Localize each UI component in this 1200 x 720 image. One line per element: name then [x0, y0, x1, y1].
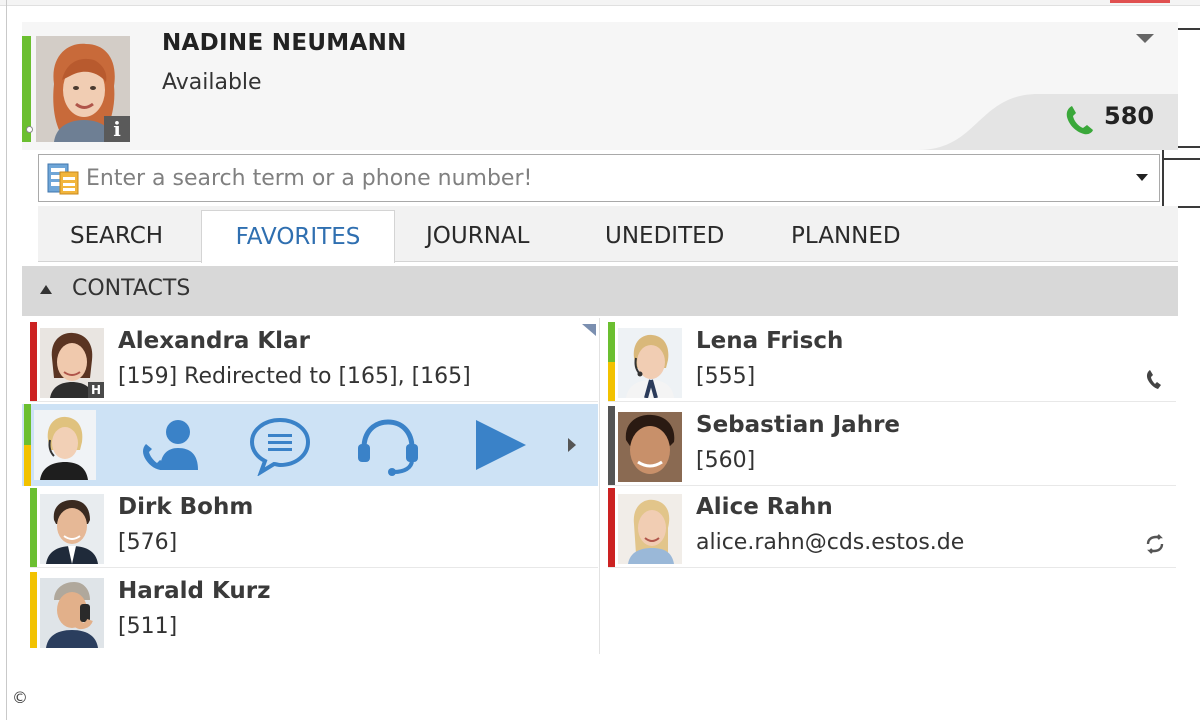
contact-name: Alexandra Klar [118, 328, 310, 354]
column-divider [599, 318, 600, 654]
contact-photo [40, 494, 104, 564]
presence-bar-secondary [24, 445, 31, 486]
contact-name: Dirk Bohm [118, 494, 254, 520]
contact-photo: H [40, 328, 104, 398]
search-dropdown-icon[interactable] [1136, 174, 1148, 181]
user-name: NADINE NEUMANN [162, 30, 407, 56]
corner-marker-icon [582, 324, 596, 336]
more-arrow-icon[interactable] [566, 436, 578, 454]
contact-detail: [576] [118, 530, 178, 555]
contacts-group-header[interactable] [22, 266, 1178, 316]
contact-name: Alice Rahn [696, 494, 833, 520]
contact-card[interactable]: Dirk Bohm [576] [30, 488, 598, 568]
presence-bar [608, 322, 615, 362]
presence-bar [30, 322, 37, 402]
contact-card[interactable]: Sebastian Jahre [560] [608, 406, 1176, 486]
contact-card[interactable]: Harald Kurz [511] [30, 572, 598, 652]
row-separator [30, 567, 598, 568]
user-presence-status[interactable]: Available [162, 70, 262, 95]
presence-bar [608, 406, 615, 486]
tab-favorites[interactable]: FAVORITES [201, 210, 395, 263]
headset-icon[interactable] [354, 414, 422, 476]
redirect-icon[interactable] [1144, 534, 1166, 554]
phone-line-icon [1066, 106, 1093, 135]
contact-photo [618, 494, 682, 564]
presence-dot-icon [26, 126, 33, 133]
row-separator [608, 567, 1176, 568]
contact-photo [40, 578, 104, 648]
row-separator [608, 401, 1176, 402]
row-separator [608, 485, 1176, 486]
contact-detail: alice.rahn@cds.estos.de [696, 530, 965, 555]
row-separator [30, 401, 598, 402]
play-icon[interactable] [468, 414, 536, 476]
window-top-edge [0, 0, 1200, 6]
address-book-icon[interactable] [46, 162, 80, 196]
line-number: 580 [1104, 102, 1155, 130]
contact-name: Lena Frisch [696, 328, 844, 354]
copyright-mark: © [12, 688, 28, 707]
contact-name: Sebastian Jahre [696, 412, 901, 438]
contact-detail: [555] [696, 364, 756, 389]
contact-detail: [159] Redirected to [165], [165] [118, 364, 471, 389]
contact-detail: [560] [696, 448, 756, 473]
search-input[interactable] [86, 158, 1106, 198]
contacts-group-title: CONTACTS [72, 276, 191, 301]
presence-bar [30, 488, 37, 568]
tab-unedited[interactable]: UNEDITED [605, 210, 724, 262]
call-contact-icon[interactable] [136, 414, 204, 476]
contact-card[interactable]: Lena Frisch [555] [608, 322, 1176, 402]
phone-icon[interactable] [1144, 368, 1164, 390]
window-close-edge[interactable] [1110, 0, 1170, 3]
contact-name: Harald Kurz [118, 578, 271, 604]
window-left-border [6, 0, 7, 720]
contact-photo [618, 412, 682, 482]
info-badge-icon[interactable]: i [104, 116, 130, 142]
tab-search[interactable]: SEARCH [70, 210, 163, 262]
chat-icon[interactable] [246, 414, 314, 476]
tab-planned[interactable]: PLANNED [791, 210, 901, 262]
presence-bar [608, 488, 615, 568]
presence-bar-secondary [608, 362, 615, 402]
contact-detail: [511] [118, 614, 178, 639]
chevron-down-icon[interactable] [1136, 34, 1154, 43]
presence-bar [30, 572, 37, 648]
contact-card[interactable]: Alice Rahn alice.rahn@cds.estos.de [608, 488, 1176, 568]
presence-bar [24, 404, 31, 445]
info-badge-icon[interactable]: H [88, 382, 104, 398]
collapse-triangle-icon[interactable] [40, 285, 52, 294]
tab-journal[interactable]: JOURNAL [426, 210, 529, 262]
contact-card[interactable]: H Alexandra Klar [159] Redirected to [16… [30, 322, 598, 402]
contact-photo [618, 328, 682, 398]
contact-photo [34, 410, 96, 480]
